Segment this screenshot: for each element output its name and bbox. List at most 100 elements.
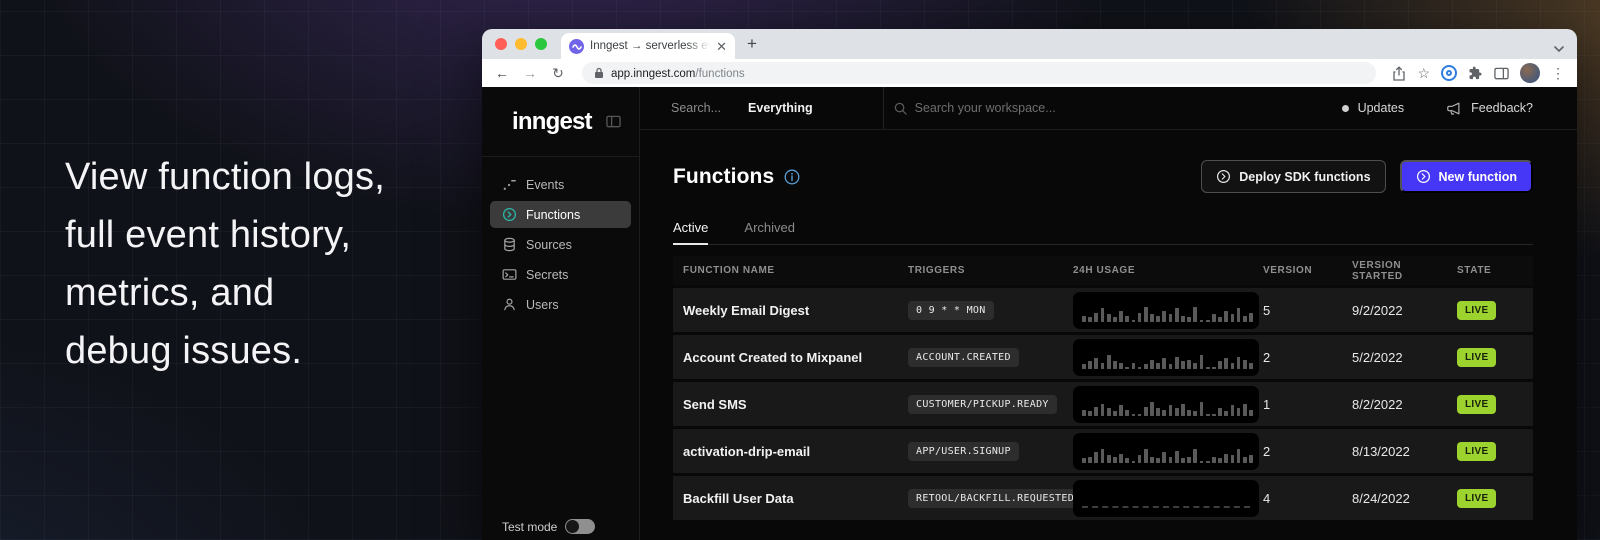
usage-bar (1125, 458, 1129, 463)
usage-bar (1082, 410, 1086, 416)
tab-close-icon[interactable]: ✕ (716, 40, 727, 53)
usage-sparkline (1073, 386, 1259, 423)
usage-bar (1113, 411, 1117, 416)
extensions-puzzle-icon[interactable] (1468, 66, 1483, 81)
usage-bar (1132, 320, 1136, 322)
trigger-badge: RETOOL/BACKFILL.REQUESTED (908, 489, 1082, 508)
browser-tab[interactable]: Inngest → serverless event-dri ✕ (561, 33, 735, 59)
forward-icon[interactable]: → (518, 65, 542, 81)
sidebar-item-sources[interactable]: Sources (490, 231, 631, 258)
table-row[interactable]: Backfill User Data RETOOL/BACKFILL.REQUE… (673, 476, 1533, 520)
usage-bar (1150, 457, 1154, 463)
usage-bar (1138, 367, 1142, 369)
sidebar-collapse-icon[interactable] (606, 115, 621, 128)
minimize-window-icon[interactable] (515, 38, 527, 50)
bookmark-star-icon[interactable]: ☆ (1417, 66, 1430, 80)
usage-bar (1113, 361, 1117, 369)
usage-bar (1175, 408, 1179, 416)
tab-archived[interactable]: Archived (744, 220, 795, 244)
url-host: app.inngest.com (611, 68, 695, 80)
usage-bar (1249, 313, 1253, 322)
kebab-menu-icon[interactable]: ⋮ (1551, 65, 1565, 82)
maximize-window-icon[interactable] (535, 38, 547, 50)
search-input[interactable] (915, 101, 1155, 115)
tab-active[interactable]: Active (673, 220, 708, 244)
sidebar-item-secrets[interactable]: Secrets (490, 261, 631, 288)
onepassword-icon[interactable] (1441, 65, 1457, 81)
usage-bar (1181, 458, 1185, 463)
avatar[interactable] (1520, 63, 1540, 83)
column-triggers: TRIGGERS (908, 265, 1073, 276)
search-scope-everything[interactable]: Everything (748, 101, 813, 115)
table-row[interactable]: activation-drip-email APP/USER.SIGNUP 2 … (673, 429, 1533, 473)
test-mode-toggle[interactable] (565, 519, 595, 534)
usage-bar (1187, 410, 1191, 416)
usage-bar (1132, 414, 1136, 416)
hero-line: full event history, (65, 206, 385, 264)
table-row[interactable]: Account Created to Mixpanel ACCOUNT.CREA… (673, 335, 1533, 379)
usage-bar (1169, 364, 1173, 369)
trigger-badge: 0 9 * * MON (908, 301, 994, 320)
side-panel-icon[interactable] (1494, 67, 1509, 80)
usage-bar (1088, 361, 1092, 369)
chevron-down-icon[interactable] (1553, 45, 1565, 53)
usage-sparkline (1073, 433, 1259, 470)
sidebar-item-label: Users (526, 298, 559, 312)
new-tab-icon[interactable]: + (747, 33, 757, 55)
table-row[interactable]: Weekly Email Digest 0 9 * * MON 5 9/2/20… (673, 288, 1533, 332)
usage-bar (1132, 363, 1136, 369)
events-icon (502, 177, 517, 192)
usage-bar (1107, 314, 1111, 322)
sidebar-nav: Events Functions Sources Secrets (482, 171, 639, 318)
sidebar-item-functions[interactable]: Functions (490, 201, 631, 228)
deploy-sdk-functions-button[interactable]: Deploy SDK functions (1201, 160, 1385, 193)
marketing-background: View function logs, full event history, … (0, 0, 1600, 540)
usage-bar (1218, 458, 1222, 463)
usage-bar (1249, 363, 1253, 369)
sidebar-item-events[interactable]: Events (490, 171, 631, 198)
usage-bar (1181, 404, 1185, 416)
secrets-icon (502, 267, 517, 282)
usage-bar (1243, 457, 1247, 463)
usage-bar (1132, 461, 1136, 463)
browser-actions: ☆ ⋮ (1388, 63, 1565, 83)
usage-bar (1082, 458, 1086, 463)
usage-bar (1237, 357, 1241, 369)
usage-sparkline (1073, 339, 1259, 376)
browser-tab-strip: Inngest → serverless event-dri ✕ + (482, 29, 1577, 59)
megaphone-icon (1446, 101, 1462, 116)
usage-bar (1107, 455, 1111, 463)
inngest-logo: inngest (512, 108, 592, 136)
usage-bar (1138, 414, 1142, 416)
usage-bar (1144, 307, 1148, 322)
share-icon[interactable] (1392, 66, 1406, 81)
function-name: Send SMS (673, 397, 908, 412)
usage-bar (1237, 408, 1241, 416)
usage-bar (1150, 402, 1154, 416)
usage-bar (1231, 363, 1235, 369)
table-header: FUNCTION NAME TRIGGERS 24H USAGE VERSION… (673, 256, 1533, 285)
version-started-value: 9/2/2022 (1352, 303, 1457, 318)
updates-link[interactable]: Updates (1358, 101, 1405, 115)
trigger-badge: CUSTOMER/PICKUP.READY (908, 395, 1057, 414)
reload-icon[interactable]: ↻ (546, 65, 570, 82)
table-row[interactable]: Send SMS CUSTOMER/PICKUP.READY 1 8/2/202… (673, 382, 1533, 426)
sidebar-item-users[interactable]: Users (490, 291, 631, 318)
info-icon[interactable] (784, 169, 800, 185)
new-function-button[interactable]: New function (1400, 160, 1533, 193)
usage-bar (1156, 363, 1160, 369)
usage-bar (1125, 410, 1129, 416)
usage-bar (1094, 313, 1098, 322)
usage-bar (1193, 449, 1197, 463)
test-mode-label: Test mode (502, 520, 557, 534)
version-value: 2 (1263, 444, 1352, 459)
hero-line: View function logs, (65, 148, 385, 206)
tab-title: Inngest → serverless event-dri (590, 40, 710, 52)
feedback-link[interactable]: Feedback? (1471, 101, 1533, 115)
usage-bar (1169, 405, 1173, 416)
back-icon[interactable]: ← (490, 65, 514, 81)
address-bar[interactable]: app.inngest.com/functions (582, 62, 1376, 84)
close-window-icon[interactable] (495, 38, 507, 50)
workspace-search[interactable] (894, 101, 1342, 115)
new-function-circle-icon (1416, 169, 1431, 184)
